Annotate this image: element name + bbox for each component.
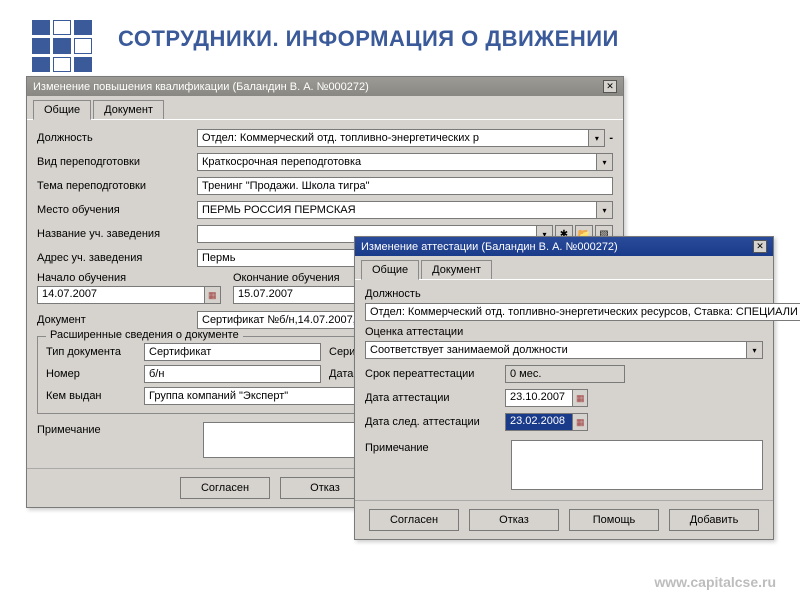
fieldset-legend: Расширенные сведения о документе — [46, 329, 243, 341]
add-button[interactable]: Добавить — [669, 509, 759, 531]
start-date-field[interactable]: 14.07.2007 — [37, 286, 205, 304]
calendar-icon[interactable]: ▦ — [573, 389, 588, 407]
label-reassess-term: Срок переаттестации — [365, 368, 505, 380]
label-issued-by: Кем выдан — [46, 390, 136, 402]
calendar-icon[interactable]: ▦ — [573, 413, 588, 431]
label-institution-name: Название уч. заведения — [37, 228, 197, 240]
study-place-field[interactable]: ПЕРМЬ РОССИЯ ПЕРМСКАЯ — [197, 201, 597, 219]
tab-general[interactable]: Общие — [33, 100, 91, 120]
titlebar-b[interactable]: Изменение аттестации (Баландин В. А. №00… — [355, 237, 773, 256]
label-doc-type: Тип документа — [46, 346, 136, 358]
retraining-topic-field[interactable]: Тренинг "Продажи. Школа тигра" — [197, 177, 613, 195]
label-position: Должность — [37, 132, 197, 144]
label-retraining-type: Вид переподготовки — [37, 156, 197, 168]
cancel-button[interactable]: Отказ — [469, 509, 559, 531]
close-icon[interactable]: ✕ — [753, 240, 767, 253]
help-button[interactable]: Помощь — [569, 509, 659, 531]
window-title-b: Изменение аттестации (Баландин В. А. №00… — [361, 241, 618, 253]
page-title: СОТРУДНИКИ. ИНФОРМАЦИЯ О ДВИЖЕНИИ — [118, 26, 619, 52]
titlebar-a[interactable]: Изменение повышения квалификации (Баланд… — [27, 77, 623, 96]
number-field[interactable]: б/н — [144, 365, 321, 383]
label-note-b: Примечание — [365, 440, 505, 454]
label-assessment: Оценка аттестации — [365, 326, 763, 338]
close-icon[interactable]: ✕ — [603, 80, 617, 93]
window-attestation: Изменение аттестации (Баландин В. А. №00… — [354, 236, 774, 540]
tabs-a: Общие Документ — [27, 96, 623, 120]
reassess-term-field: 0 мес. — [505, 365, 625, 383]
dropdown-icon[interactable]: ▾ — [589, 129, 605, 147]
calendar-icon[interactable]: ▦ — [205, 286, 221, 304]
dropdown-icon[interactable]: ▾ — [597, 201, 613, 219]
label-start: Начало обучения — [37, 272, 221, 284]
note-field-b[interactable] — [511, 440, 763, 490]
tab-document[interactable]: Документ — [421, 260, 492, 279]
retraining-type-field[interactable]: Краткосрочная переподготовка — [197, 153, 597, 171]
dropdown-icon[interactable]: ▾ — [597, 153, 613, 171]
window-title-a: Изменение повышения квалификации (Баланд… — [33, 81, 369, 93]
logo — [32, 20, 92, 72]
position-field-b[interactable]: Отдел: Коммерческий отд. топливно-энерге… — [365, 303, 800, 321]
assessment-field[interactable]: Соответствует занимаемой должности — [365, 341, 747, 359]
label-study-place: Место обучения — [37, 204, 197, 216]
label-assess-date: Дата аттестации — [365, 392, 505, 404]
tab-document[interactable]: Документ — [93, 100, 164, 119]
label-note: Примечание — [37, 422, 197, 436]
label-position-b: Должность — [365, 288, 763, 300]
ok-button[interactable]: Согласен — [369, 509, 459, 531]
next-assess-date-field[interactable]: 23.02.2008 — [505, 413, 573, 431]
label-next-assess-date: Дата след. аттестации — [365, 416, 505, 428]
tab-general[interactable]: Общие — [361, 260, 419, 280]
doc-type-field[interactable]: Сертификат — [144, 343, 321, 361]
remove-icon[interactable]: - — [609, 132, 613, 144]
dropdown-icon[interactable]: ▾ — [747, 341, 763, 359]
label-institution-addr: Адрес уч. заведения — [37, 252, 197, 264]
footer-url: www.capitalcse.ru — [654, 574, 776, 590]
label-number: Номер — [46, 368, 136, 380]
tabs-b: Общие Документ — [355, 256, 773, 280]
ok-button[interactable]: Согласен — [180, 477, 270, 499]
label-document: Документ — [37, 314, 197, 326]
label-retraining-topic: Тема переподготовки — [37, 180, 197, 192]
position-field[interactable]: Отдел: Коммерческий отд. топливно-энерге… — [197, 129, 589, 147]
assess-date-field[interactable]: 23.10.2007 — [505, 389, 573, 407]
